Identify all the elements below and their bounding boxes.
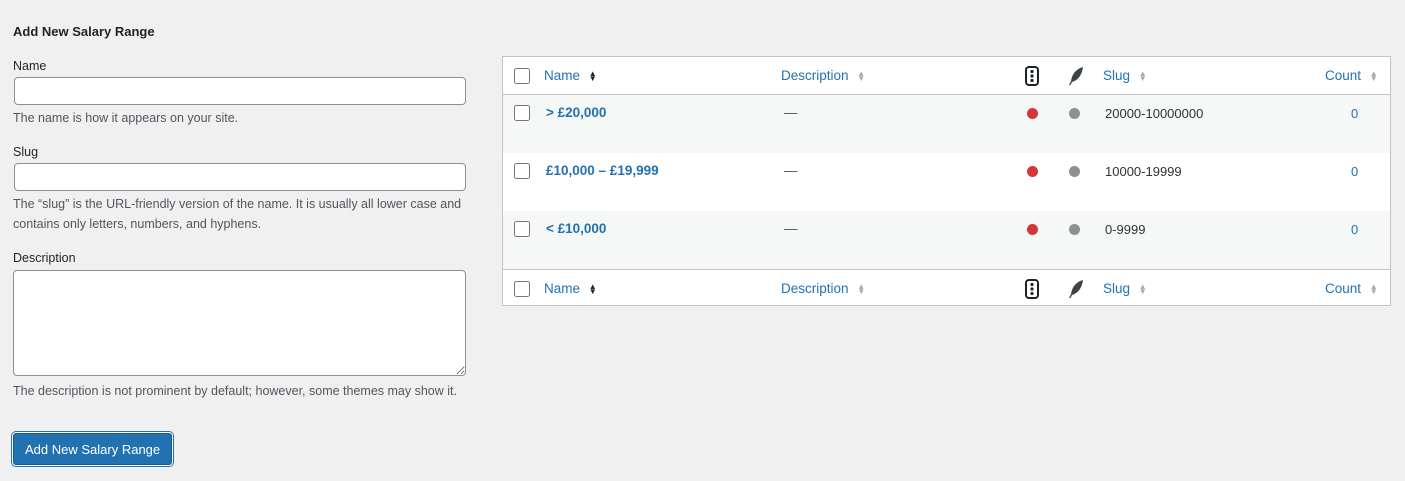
column-description-label: Description — [781, 68, 849, 83]
sort-arrows-icon: ▲ ▼ — [857, 282, 866, 297]
sort-arrows-icon: ▲ ▼ — [1369, 282, 1378, 297]
table-row: < £10,000 — 0-9999 0 — [503, 211, 1390, 269]
name-help: The name is how it appears on your site. — [13, 111, 239, 125]
name-label: Name — [13, 59, 47, 73]
row-checkbox[interactable] — [514, 163, 530, 179]
featured-gray-dot-icon — [1069, 108, 1080, 119]
term-slug: 20000-10000000 — [1105, 106, 1204, 121]
sort-arrows-icon: ▲ ▼ — [857, 69, 866, 84]
table-footer: Name ▲ ▼ Description ▲ ▼ Slug ▲ ▼ Count ▲ ▼ — [503, 269, 1390, 307]
description-textarea[interactable] — [13, 270, 466, 376]
column-name-label: Name — [544, 68, 581, 83]
traffic-light-icon — [1025, 66, 1039, 86]
term-count-link[interactable]: 0 — [1351, 164, 1358, 179]
traffic-light-icon — [1025, 279, 1039, 299]
description-label: Description — [13, 251, 76, 265]
column-header-count[interactable]: Count ▲ ▼ — [1325, 68, 1378, 83]
term-slug: 0-9999 — [1105, 222, 1146, 237]
term-name-link[interactable]: > £20,000 — [546, 105, 606, 120]
column-slug-label: Slug — [1103, 68, 1131, 83]
footer-column-count[interactable]: Count ▲ ▼ — [1325, 281, 1378, 296]
terms-table: Name ▲ ▼ Description ▲ ▼ Slug ▲ ▼ Count ▲ ▼ … — [502, 56, 1391, 306]
column-slug-label: Slug — [1103, 281, 1131, 296]
term-description: — — [784, 221, 798, 236]
feather-icon — [1069, 67, 1083, 85]
column-count-label: Count — [1325, 281, 1362, 296]
sort-arrows-icon: ▲ ▼ — [1369, 69, 1378, 84]
term-count-link[interactable]: 0 — [1351, 222, 1358, 237]
term-name-link[interactable]: < £10,000 — [546, 221, 606, 236]
term-description: — — [784, 105, 798, 120]
footer-column-description[interactable]: Description ▲ ▼ — [781, 281, 865, 296]
column-header-slug[interactable]: Slug ▲ ▼ — [1103, 68, 1147, 83]
term-slug: 10000-19999 — [1105, 164, 1182, 179]
add-new-salary-range-button[interactable]: Add New Salary Range — [13, 433, 173, 465]
sort-arrows-icon: ▲ ▼ — [1138, 69, 1147, 84]
sort-arrows-icon: ▲ ▼ — [588, 282, 597, 297]
sort-arrows-icon: ▲ ▼ — [1138, 282, 1147, 297]
description-help: The description is not prominent by defa… — [13, 384, 457, 398]
term-count-link[interactable]: 0 — [1351, 106, 1358, 121]
status-red-dot-icon — [1027, 166, 1038, 177]
term-description: — — [784, 163, 798, 178]
row-checkbox[interactable] — [514, 105, 530, 121]
column-header-name[interactable]: Name ▲ ▼ — [544, 68, 597, 83]
table-header: Name ▲ ▼ Description ▲ ▼ Slug ▲ ▼ Count ▲ ▼ — [503, 57, 1390, 95]
table-row: > £20,000 — 20000-10000000 0 — [503, 95, 1390, 153]
column-name-label: Name — [544, 281, 581, 296]
column-count-label: Count — [1325, 68, 1362, 83]
sort-arrows-icon: ▲ ▼ — [588, 69, 597, 84]
feather-icon — [1069, 280, 1083, 298]
column-header-description[interactable]: Description ▲ ▼ — [781, 68, 865, 83]
select-all-checkbox[interactable] — [514, 68, 530, 84]
row-checkbox[interactable] — [514, 221, 530, 237]
featured-gray-dot-icon — [1069, 166, 1080, 177]
featured-gray-dot-icon — [1069, 224, 1080, 235]
name-input[interactable] — [14, 77, 466, 105]
status-red-dot-icon — [1027, 224, 1038, 235]
column-description-label: Description — [781, 281, 849, 296]
select-all-checkbox-footer[interactable] — [514, 281, 530, 297]
slug-help: The “slug” is the URL-friendly version o… — [13, 197, 462, 231]
status-red-dot-icon — [1027, 108, 1038, 119]
table-row: £10,000 – £19,999 — 10000-19999 0 — [503, 153, 1390, 211]
footer-column-slug[interactable]: Slug ▲ ▼ — [1103, 281, 1147, 296]
slug-input[interactable] — [14, 163, 466, 191]
footer-column-name[interactable]: Name ▲ ▼ — [544, 281, 597, 296]
form-title: Add New Salary Range — [13, 24, 155, 39]
term-name-link[interactable]: £10,000 – £19,999 — [546, 163, 659, 178]
slug-label: Slug — [13, 145, 39, 159]
